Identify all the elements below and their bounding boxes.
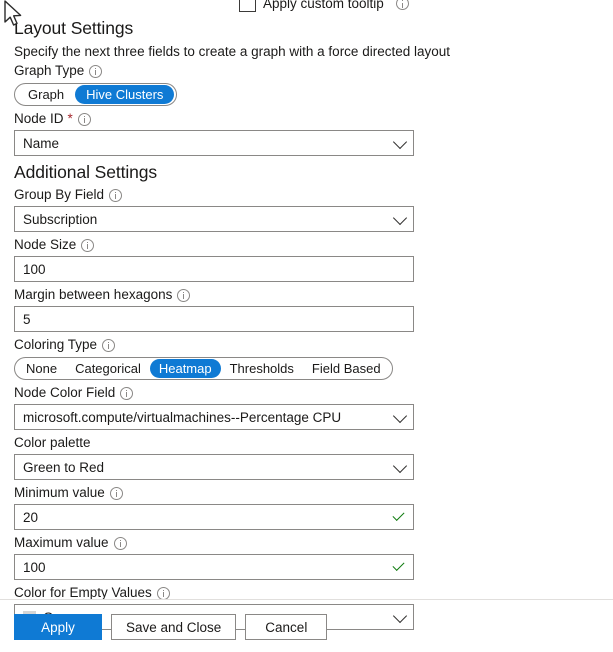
maximum-value-label-row: Maximum value [14, 534, 613, 552]
color-palette-label: Color palette [14, 435, 91, 450]
margin-between-hexagons-value: 5 [23, 311, 31, 327]
coloring-type-label: Coloring Type [14, 337, 98, 352]
coloring-type-option-thresholds[interactable]: Thresholds [221, 359, 303, 378]
node-id-value: Name [23, 135, 60, 151]
additional-settings-heading: Additional Settings [14, 162, 158, 182]
required-asterisk: * [67, 111, 73, 126]
node-color-field-select[interactable]: microsoft.compute/virtualmachines--Perce… [14, 404, 414, 430]
chevron-down-icon [392, 134, 408, 150]
valid-check-icon [392, 558, 405, 572]
info-icon[interactable] [120, 386, 134, 400]
chevron-down-icon [392, 408, 408, 424]
layout-settings-panel: Apply custom tooltip Layout Settings Spe… [0, 0, 613, 652]
tooltip-option-row: Apply custom tooltip [0, 0, 613, 16]
group-by-field-label-row: Group By Field [14, 186, 613, 204]
maximum-value-input[interactable]: 100 [14, 554, 414, 580]
info-icon[interactable] [109, 188, 123, 202]
apply-button[interactable]: Apply [14, 614, 102, 640]
color-palette-label-row: Color palette [14, 434, 613, 452]
cancel-button[interactable]: Cancel [245, 614, 328, 640]
coloring-type-option-field-based[interactable]: Field Based [303, 359, 390, 378]
save-and-close-button[interactable]: Save and Close [111, 614, 237, 640]
info-icon[interactable] [89, 64, 103, 78]
graph-type-label: Graph Type [14, 63, 85, 78]
maximum-value-label: Maximum value [14, 535, 109, 550]
info-icon[interactable] [81, 238, 95, 252]
info-icon[interactable] [156, 586, 170, 600]
chevron-down-icon [392, 458, 408, 474]
minimum-value-input[interactable]: 20 [14, 504, 414, 530]
info-icon[interactable] [395, 0, 409, 10]
footer-actions: Apply Save and Close Cancel [14, 614, 328, 640]
graph-type-option-hive-clusters[interactable]: Hive Clusters [75, 85, 175, 104]
node-id-label: Node ID [14, 111, 64, 126]
node-id-select[interactable]: Name [14, 130, 414, 156]
group-by-field-label: Group By Field [14, 187, 105, 202]
color-palette-value: Green to Red [23, 459, 105, 475]
footer-divider [0, 599, 613, 600]
info-icon[interactable] [113, 536, 127, 550]
coloring-type-toggle-group[interactable]: None Categorical Heatmap Thresholds Fiel… [14, 357, 393, 380]
chevron-down-icon [392, 210, 408, 226]
node-color-field-label-row: Node Color Field [14, 384, 613, 402]
node-color-field-value: microsoft.compute/virtualmachines--Perce… [23, 409, 342, 425]
node-size-value: 100 [23, 261, 46, 277]
coloring-type-option-heatmap[interactable]: Heatmap [149, 359, 221, 378]
info-icon[interactable] [102, 338, 116, 352]
margin-between-hexagons-label-row: Margin between hexagons [14, 286, 613, 304]
layout-settings-heading: Layout Settings [14, 18, 134, 38]
margin-between-hexagons-input[interactable]: 5 [14, 306, 414, 332]
coloring-type-label-row: Coloring Type [14, 336, 613, 354]
margin-between-hexagons-label: Margin between hexagons [14, 287, 173, 302]
node-size-input[interactable]: 100 [14, 256, 414, 282]
node-size-label: Node Size [14, 237, 77, 252]
minimum-value-value: 20 [23, 509, 39, 525]
graph-type-option-graph[interactable]: Graph [17, 85, 75, 104]
info-icon[interactable] [77, 112, 91, 126]
minimum-value-label: Minimum value [14, 485, 105, 500]
info-icon[interactable] [177, 288, 191, 302]
group-by-field-value: Subscription [23, 211, 98, 227]
layout-settings-description: Specify the next three fields to create … [14, 44, 450, 59]
info-icon[interactable] [109, 486, 123, 500]
minimum-value-label-row: Minimum value [14, 484, 613, 502]
node-size-label-row: Node Size [14, 236, 613, 254]
node-id-label-row: Node ID * [14, 110, 613, 128]
graph-type-toggle-group[interactable]: Graph Hive Clusters [14, 83, 178, 106]
maximum-value-value: 100 [23, 559, 46, 575]
apply-custom-tooltip-checkbox[interactable] [239, 0, 256, 12]
mouse-cursor-icon [4, 0, 22, 26]
group-by-field-select[interactable]: Subscription [14, 206, 414, 232]
valid-check-icon [392, 508, 405, 522]
settings-content: Layout Settings Specify the next three f… [0, 16, 613, 634]
apply-custom-tooltip-label: Apply custom tooltip [263, 0, 384, 11]
coloring-type-option-categorical[interactable]: Categorical [66, 359, 150, 378]
chevron-down-icon [392, 608, 408, 624]
color-palette-select[interactable]: Green to Red [14, 454, 414, 480]
graph-type-label-row: Graph Type [14, 62, 613, 80]
node-color-field-label: Node Color Field [14, 385, 116, 400]
apply-custom-tooltip-row[interactable]: Apply custom tooltip [239, 0, 409, 12]
coloring-type-option-none[interactable]: None [17, 359, 66, 378]
